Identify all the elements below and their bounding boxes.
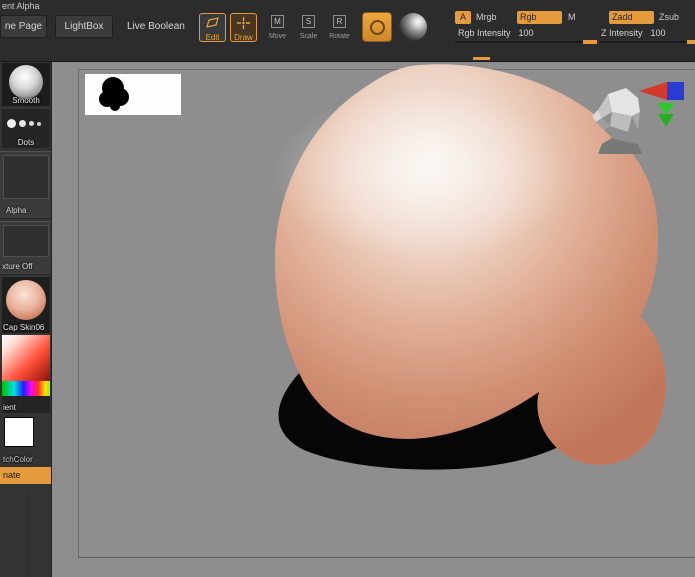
one-page-button[interactable]: ne Page xyxy=(0,15,47,38)
dots-stroke-icon xyxy=(7,119,41,128)
saturation-square[interactable] xyxy=(2,335,50,381)
brush-sphere-icon xyxy=(9,65,43,99)
z-intensity-slider-handle[interactable] xyxy=(687,40,695,44)
rotate-icon: R xyxy=(333,15,346,28)
alpha-label: Alpha xyxy=(6,206,27,215)
lightbox-button[interactable]: LightBox xyxy=(55,15,113,38)
left-tray: Smooth Dots Alpha xture Off Cap Skin06 i… xyxy=(0,62,52,577)
axis-gizmo[interactable] xyxy=(637,77,695,132)
y-axis-arrow-bottom xyxy=(658,114,674,127)
rgb-intensity-value: 100 xyxy=(518,28,534,38)
gradient-label: ient xyxy=(3,403,16,412)
x-axis-arrow xyxy=(639,82,667,100)
draw-icon xyxy=(236,16,251,34)
stroke-type-button[interactable] xyxy=(362,12,392,42)
brush-label: Smooth xyxy=(12,96,40,105)
color-swatch[interactable] xyxy=(4,417,34,447)
rotate-button[interactable]: R Rotate xyxy=(326,13,353,42)
live-boolean-button[interactable]: Live Boolean xyxy=(127,21,185,32)
stroke-label: Dots xyxy=(17,138,35,147)
z-intensity-label: Z Intensity 100 xyxy=(601,28,666,38)
scale-button-label: Scale xyxy=(299,33,318,40)
specular-sheen xyxy=(272,89,572,259)
color-picker[interactable]: ient xyxy=(2,335,50,413)
scale-button[interactable]: S Scale xyxy=(295,13,322,42)
edit-button-label: Edit xyxy=(205,33,220,42)
rotate-button-label: Rotate xyxy=(329,33,350,40)
rgb-toggle[interactable]: Rgb xyxy=(517,11,562,24)
material-sphere-button[interactable] xyxy=(399,13,427,41)
rgb-intensity-slider[interactable] xyxy=(455,41,595,43)
zsub-toggle[interactable]: Zsub xyxy=(659,12,679,22)
move-button-label: Move xyxy=(268,33,287,40)
z-axis-cube xyxy=(667,82,684,100)
texture-slot[interactable]: xture Off xyxy=(0,221,51,275)
y-axis-arrow-top xyxy=(657,103,675,115)
stroke-thumbnail[interactable]: Dots xyxy=(2,109,50,148)
move-icon: M xyxy=(271,15,284,28)
switch-color[interactable]: tchColor xyxy=(2,415,50,465)
switch-color-label: tchColor xyxy=(3,455,33,464)
edit-button[interactable]: Edit xyxy=(199,13,226,42)
mrgb-toggle[interactable]: Mrgb xyxy=(476,12,497,22)
draw-button[interactable]: Draw xyxy=(230,13,257,42)
texture-label: xture Off xyxy=(2,262,33,271)
z-intensity-value: 100 xyxy=(650,28,666,38)
document-canvas[interactable] xyxy=(52,62,695,577)
alpha-slot-inner xyxy=(3,155,49,199)
z-intensity-slider[interactable] xyxy=(600,41,693,43)
texture-slot-inner xyxy=(3,225,49,257)
hue-strip[interactable] xyxy=(2,381,50,396)
a-toggle[interactable]: A xyxy=(455,11,471,24)
draw-button-label: Draw xyxy=(234,33,253,42)
move-button[interactable]: M Move xyxy=(264,13,291,42)
zadd-toggle[interactable]: Zadd xyxy=(609,11,654,24)
app-window: ent Alpha ne Page LightBox Live Boolean … xyxy=(0,0,695,577)
m-toggle[interactable]: M xyxy=(568,12,576,22)
brush-stroke-icon xyxy=(369,19,385,35)
tray-divider xyxy=(27,494,28,577)
alpha-slot[interactable]: Alpha xyxy=(0,151,51,219)
top-toolbar: ent Alpha ne Page LightBox Live Boolean … xyxy=(0,0,695,62)
doc-zoom-slider-handle[interactable] xyxy=(473,57,490,60)
alternate-button[interactable]: nate xyxy=(0,467,51,484)
scale-icon: S xyxy=(302,15,315,28)
rgb-intensity-slider-handle[interactable] xyxy=(583,40,597,44)
rgb-intensity-label: Rgb Intensity 100 xyxy=(458,28,534,38)
edit-icon xyxy=(205,16,220,34)
material-thumbnail[interactable]: Cap Skin06 xyxy=(2,277,50,333)
app-title: ent Alpha xyxy=(2,1,40,11)
material-label: Cap Skin06 xyxy=(3,323,45,332)
matcap-sphere-icon xyxy=(6,280,46,320)
brush-thumbnail[interactable]: Smooth xyxy=(2,63,50,106)
